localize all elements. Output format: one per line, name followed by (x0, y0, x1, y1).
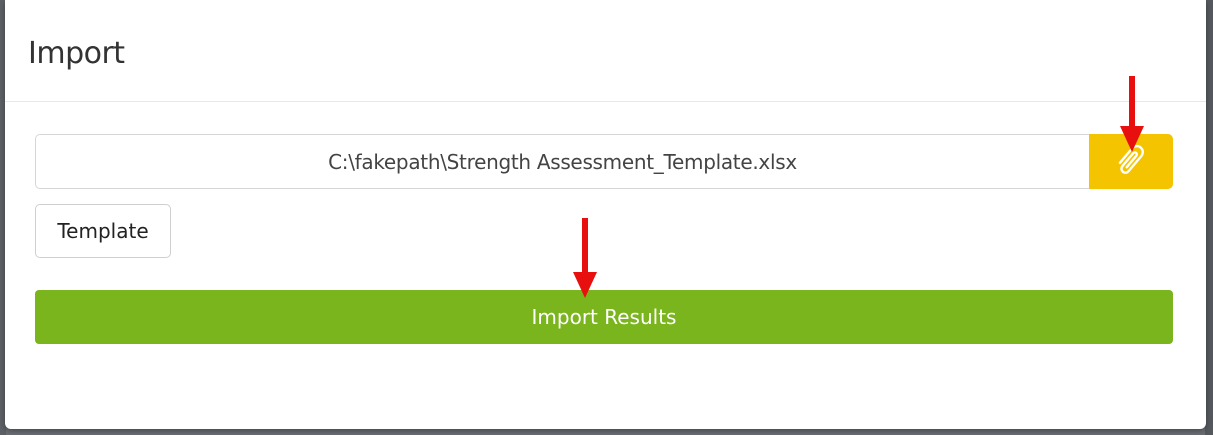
file-picker: C:\fakepath\Strength Assessment_Template… (35, 134, 1173, 189)
import-dialog: Import C:\fakepath\Strength Assessment_T… (5, 0, 1206, 429)
import-results-button[interactable]: Import Results (35, 290, 1173, 344)
annotation-arrow-import (573, 218, 597, 298)
dialog-title: Import (28, 36, 125, 71)
template-button[interactable]: Template (35, 204, 171, 258)
file-path-input[interactable]: C:\fakepath\Strength Assessment_Template… (35, 134, 1089, 189)
annotation-arrow-attach (1120, 76, 1144, 152)
dialog-header: Import (5, 0, 1206, 102)
backdrop-right (1205, 0, 1213, 435)
